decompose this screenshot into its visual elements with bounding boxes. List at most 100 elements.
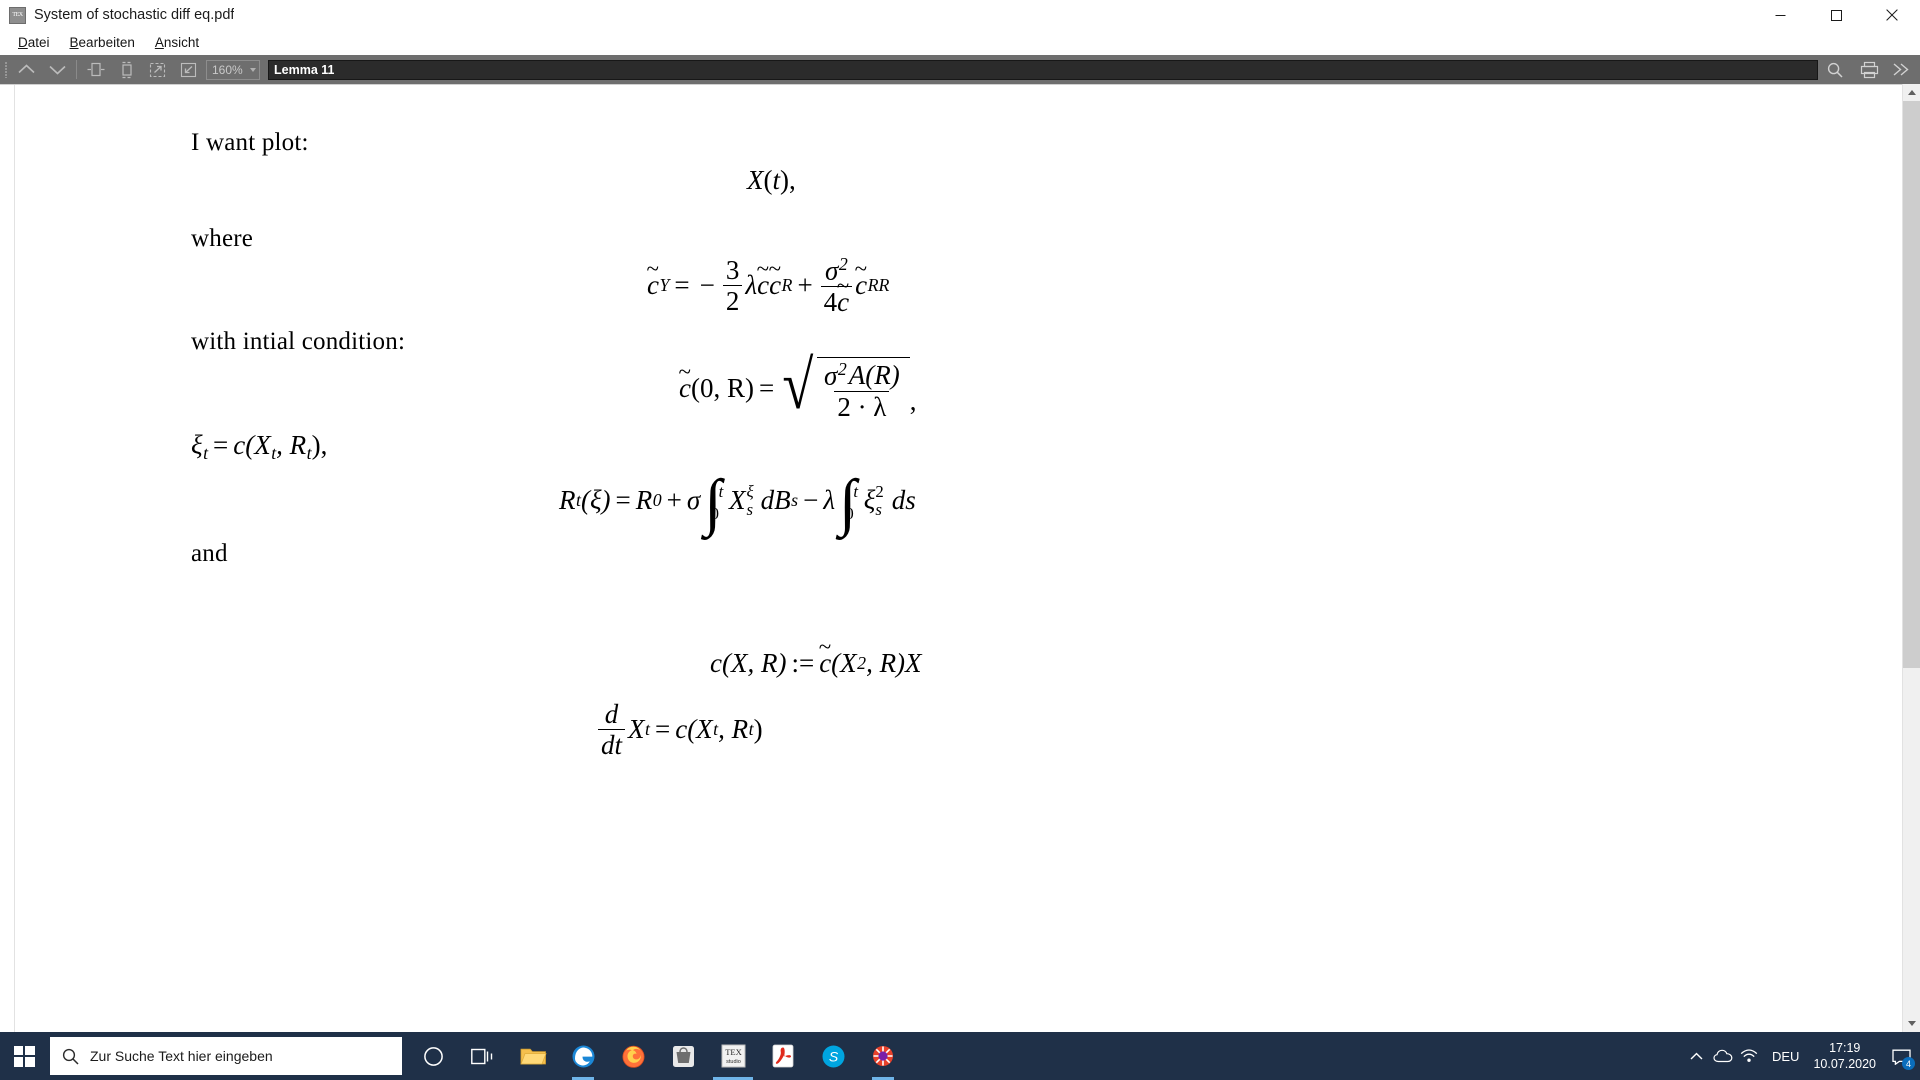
eq-rt-dB-sub: s — [791, 490, 799, 511]
eq-rt-lambda: λ — [823, 485, 836, 516]
eq-cdef-rest: , R) — [866, 648, 906, 678]
menu-datei[interactable]: Datei — [9, 33, 59, 53]
scroll-up-button[interactable] — [1903, 84, 1920, 101]
previous-page-button[interactable] — [11, 57, 42, 83]
search-input[interactable]: Lemma 11 — [268, 59, 1818, 80]
taskbar-microsoft-store[interactable] — [658, 1032, 708, 1080]
vertical-scrollbar[interactable] — [1902, 84, 1920, 1032]
page-viewport[interactable]: I want plot: X(t), where ~ c Y = − 3 2 λ ~ — [0, 84, 1902, 1032]
menu-bearbeiten[interactable]: Bearbeiten — [61, 33, 144, 53]
fraction-3-over-2: 3 2 — [722, 254, 743, 316]
eq-zeta: ξ — [191, 430, 203, 460]
scroll-down-button[interactable] — [1903, 1015, 1920, 1032]
eq-equals: = — [674, 269, 690, 300]
taskbar-file-explorer[interactable] — [508, 1032, 558, 1080]
integral-1-upper: t — [718, 482, 724, 502]
eq-ddt-equals: = — [654, 714, 671, 745]
taskbar-skype[interactable]: S — [808, 1032, 858, 1080]
eq-rt-R: R — [559, 485, 576, 516]
search-input-value: Lemma 11 — [274, 62, 335, 77]
eq-frac-den: 2 — [722, 284, 743, 315]
print-button[interactable] — [1854, 57, 1885, 83]
language-indicator[interactable]: DEU — [1762, 1032, 1809, 1080]
start-button[interactable] — [0, 1032, 48, 1080]
eq-init-num: σ2A(R) — [821, 360, 903, 391]
eq-ddt-c: c — [675, 714, 688, 745]
chevron-down-icon — [250, 67, 256, 72]
equation-c-definition: c (X, R) := ~ c (X 2, R) X — [710, 633, 922, 678]
pdf-toolbar: 160% Lemma 11 — [0, 55, 1920, 84]
eq-rt-plus: + — [666, 485, 682, 516]
menu-bearbeiten-rest: earbeiten — [78, 35, 135, 50]
eq-rt-X-scripts: ξs — [746, 483, 753, 518]
search-button[interactable] — [1818, 57, 1852, 83]
window-controls — [1752, 0, 1920, 30]
fit-page-icon-button[interactable] — [111, 57, 142, 83]
taskbar-adobe-reader[interactable] — [758, 1032, 808, 1080]
taskbar-edge[interactable] — [558, 1032, 608, 1080]
toolbar-right-group — [1854, 57, 1916, 83]
taskbar-sumatrapdf[interactable] — [858, 1032, 908, 1080]
eq-minus: − — [699, 269, 715, 300]
network-icon[interactable] — [1736, 1032, 1762, 1080]
taskbar-search-box[interactable]: Zur Suche Text hier eingeben — [50, 1037, 402, 1075]
taskbar-cortana[interactable] — [408, 1032, 458, 1080]
eq-rt-equals: = — [615, 485, 631, 516]
clock-time: 17:19 — [1829, 1040, 1861, 1055]
eq-cdef-sup: 2 — [857, 653, 867, 673]
eq-ddt-open: (X — [687, 714, 713, 745]
menu-ansicht-rest: nsicht — [163, 35, 200, 50]
eq-rt-ds: ds — [891, 485, 916, 516]
titlebar-left: TEX System of stochastic diff eq.pdf — [0, 6, 1752, 24]
eq-zeta-equals: = — [213, 430, 229, 460]
menu-ansicht[interactable]: Ansicht — [146, 33, 208, 53]
pdf-page: I want plot: X(t), where ~ c Y = − 3 2 λ ~ — [15, 85, 1902, 1032]
eq-rt-R0: R — [635, 485, 653, 516]
zoom-out-button[interactable] — [173, 57, 204, 83]
paragraph-where: where — [191, 225, 254, 252]
scroll-track[interactable] — [1903, 101, 1920, 1015]
eq-rt-X-sub: s — [746, 499, 753, 519]
fit-width-icon-button[interactable] — [80, 57, 111, 83]
eq-ddt-den: dt — [598, 729, 626, 760]
svg-text:studio: studio — [726, 1059, 741, 1065]
close-button[interactable] — [1864, 0, 1920, 30]
eq-zeta-c: c — [233, 430, 246, 460]
eq-cdef-c: c — [710, 648, 722, 678]
zoom-in-button[interactable] — [142, 57, 173, 83]
share-button[interactable] — [1885, 57, 1916, 83]
show-hidden-icons-button[interactable] — [1684, 1032, 1710, 1080]
eq-rt-arg: (ξ) — [580, 485, 611, 516]
zoom-level-dropdown[interactable]: 160% — [206, 59, 260, 80]
eq-frac-num: 3 — [725, 254, 740, 285]
eq-den-4c: 4 ~ c — [820, 274, 853, 316]
eq-init-A: A(R) — [848, 360, 900, 391]
paragraph-and: and — [191, 540, 228, 567]
window-titlebar: TEX System of stochastic diff eq.pdf — [0, 0, 1920, 31]
menu-ansicht-accel: A — [154, 35, 164, 50]
eq-zeta-comma: , R — [276, 430, 307, 460]
taskbar-task-view[interactable] — [458, 1032, 508, 1080]
eq-ddt-num: d — [604, 699, 619, 729]
minimize-button[interactable] — [1752, 0, 1808, 30]
clock[interactable]: 17:19 10.07.2020 — [1809, 1032, 1886, 1080]
page-left-gutter — [0, 85, 15, 1032]
scroll-thumb[interactable] — [1903, 101, 1920, 668]
radicand: σ2A(R) 2 · λ — [817, 357, 910, 421]
equation-zeta-t: ξt = c(Xt, Rt), — [191, 430, 327, 464]
maximize-button[interactable] — [1808, 0, 1864, 30]
desktop-root: TEX System of stochastic diff eq.pdf Dat… — [0, 0, 1920, 1080]
taskbar-firefox[interactable] — [608, 1032, 658, 1080]
action-center-button[interactable]: 4 — [1886, 1032, 1916, 1080]
paragraph-initial-condition: with intial condition: — [191, 328, 406, 355]
tex-document-icon: TEX — [9, 6, 26, 24]
eq-rt-minus: − — [803, 485, 819, 516]
next-page-button[interactable] — [42, 57, 73, 83]
taskbar-texstudio[interactable]: TEX studio — [708, 1032, 758, 1080]
toolbar-grip[interactable] — [2, 60, 11, 80]
square-root: √ σ2A(R) 2 · λ — [779, 351, 910, 421]
onedrive-icon[interactable] — [1710, 1032, 1736, 1080]
eq-init-sigma: σ — [824, 360, 838, 391]
clock-date: 10.07.2020 — [1813, 1057, 1876, 1071]
search-icon — [62, 1048, 79, 1065]
